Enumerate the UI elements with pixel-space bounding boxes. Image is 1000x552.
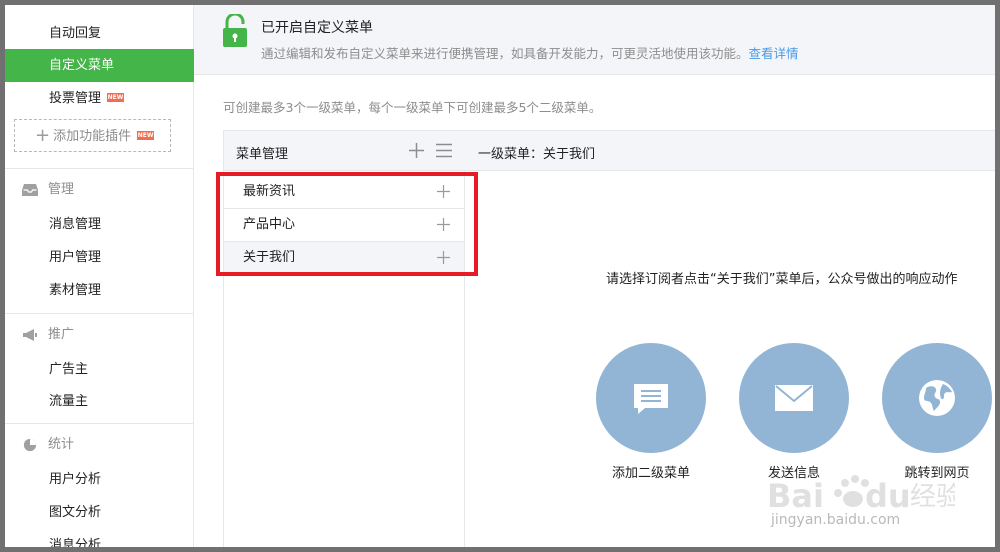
action-prompt: 请选择订阅者点击“关于我们”菜单后，公众号做出的响应动作 [606, 272, 958, 287]
list-icon [634, 384, 668, 414]
inbox-icon [22, 184, 38, 196]
divider [5, 313, 194, 314]
sidebar-item-advertiser[interactable]: 广告主 [5, 353, 194, 386]
menu-item-label: 关于我们 [243, 250, 296, 265]
menu-column-header: 菜单管理 [224, 131, 465, 171]
sidebar-item-users[interactable]: 用户管理 [5, 241, 194, 274]
menu-limit-hint: 可创建最多3个一级菜单，每个一级菜单下可创建最多5个二级菜单。 [223, 100, 602, 115]
menu-item-about-us[interactable]: 关于我们 [224, 242, 464, 275]
sidebar-item-article-analytics[interactable]: 图文分析 [5, 496, 194, 529]
sidebar: 自动回复 自定义菜单 投票管理 NEW + 添加功能插件 NEW 管理 消息管理 用户… [5, 5, 194, 552]
plus-icon: + [35, 125, 51, 146]
sort-list-icon[interactable] [436, 143, 452, 158]
add-plugin-button[interactable]: + 添加功能插件 NEW [14, 119, 171, 152]
sidebar-item-label: 自动回复 [49, 26, 102, 41]
menu-item-label: 产品中心 [243, 217, 296, 232]
svg-text:经验: 经验 [910, 482, 955, 512]
add-menu-icon[interactable] [408, 142, 425, 159]
detail-title: 一级菜单：关于我们 [478, 147, 596, 162]
new-badge: NEW [107, 93, 125, 102]
sidebar-item-auto-reply[interactable]: 自动回复 [5, 17, 194, 50]
sidebar-item-vote[interactable]: 投票管理 NEW [5, 82, 194, 115]
sidebar-item-materials[interactable]: 素材管理 [5, 274, 194, 307]
sidebar-item-label: 用户分析 [49, 472, 102, 487]
view-details-link[interactable]: 查看详情 [749, 46, 799, 61]
notice-title: 已开启自定义菜单 [261, 20, 373, 36]
envelope-icon [775, 385, 813, 411]
sidebar-item-label: 自定义菜单 [49, 58, 115, 73]
detail-header: 一级菜单：关于我们 [465, 131, 995, 171]
divider [5, 168, 194, 169]
sidebar-item-label: 消息分析 [49, 538, 102, 552]
menu-item-news[interactable]: 最新资讯 [224, 176, 464, 209]
add-plugin-label: 添加功能插件 [53, 129, 132, 144]
notice-bar: 已开启自定义菜单 通过编辑和发布自定义菜单来进行便携管理，如具备开发能力，可更灵… [194, 5, 995, 75]
group-title: 管理 [48, 182, 75, 197]
group-title: 统计 [48, 437, 75, 452]
sidebar-item-label: 图文分析 [49, 505, 102, 520]
menu-item-products[interactable]: 产品中心 [224, 209, 464, 242]
menu-column: 菜单管理 最新资讯 产品中心 关于我们 [224, 131, 465, 547]
watermark-url: jingyan.baidu.com [771, 512, 901, 528]
megaphone-icon [23, 329, 37, 341]
sidebar-item-custom-menu[interactable]: 自定义菜单 [5, 49, 194, 82]
sidebar-item-user-analytics[interactable]: 用户分析 [5, 463, 194, 496]
globe-icon [919, 380, 955, 416]
group-title: 推广 [48, 327, 75, 342]
divider [5, 423, 194, 424]
svg-text:du: du [865, 477, 911, 515]
svg-text:Bai: Bai [767, 477, 824, 515]
sidebar-item-label: 消息管理 [49, 217, 102, 232]
add-submenu-icon[interactable] [437, 251, 450, 264]
lock-open-icon [223, 14, 247, 47]
sidebar-item-label: 广告主 [49, 362, 89, 377]
action-circle [596, 343, 706, 453]
action-circle [882, 343, 992, 453]
notice-desc-text: 通过编辑和发布自定义菜单来进行便携管理，如具备开发能力，可更灵活地使用该功能。 [261, 46, 749, 61]
pie-chart-icon [23, 438, 37, 452]
sidebar-item-label: 素材管理 [49, 283, 102, 298]
sidebar-item-publisher[interactable]: 流量主 [5, 385, 194, 418]
sidebar-item-label: 用户管理 [49, 250, 102, 265]
sidebar-item-messages[interactable]: 消息管理 [5, 208, 194, 241]
group-head-promote: 推广 [5, 320, 194, 350]
action-circle [739, 343, 849, 453]
group-head-manage: 管理 [5, 175, 194, 205]
sidebar-item-label: 投票管理 [49, 91, 102, 106]
action-label: 添加二级菜单 [611, 466, 690, 481]
menu-column-title: 菜单管理 [236, 147, 289, 162]
notice-desc: 通过编辑和发布自定义菜单来进行便携管理，如具备开发能力，可更灵活地使用该功能。查… [261, 43, 799, 62]
group-head-stats: 统计 [5, 430, 194, 460]
page-frame: 自动回复 自定义菜单 投票管理 NEW + 添加功能插件 NEW 管理 消息管理 用户… [0, 0, 1000, 552]
add-submenu-icon[interactable] [437, 218, 450, 231]
add-submenu-icon[interactable] [437, 185, 450, 198]
sidebar-item-label: 流量主 [49, 394, 89, 409]
sidebar-item-message-analytics[interactable]: 消息分析 [5, 529, 194, 552]
new-badge: NEW [137, 131, 155, 140]
menu-item-label: 最新资讯 [243, 184, 296, 199]
